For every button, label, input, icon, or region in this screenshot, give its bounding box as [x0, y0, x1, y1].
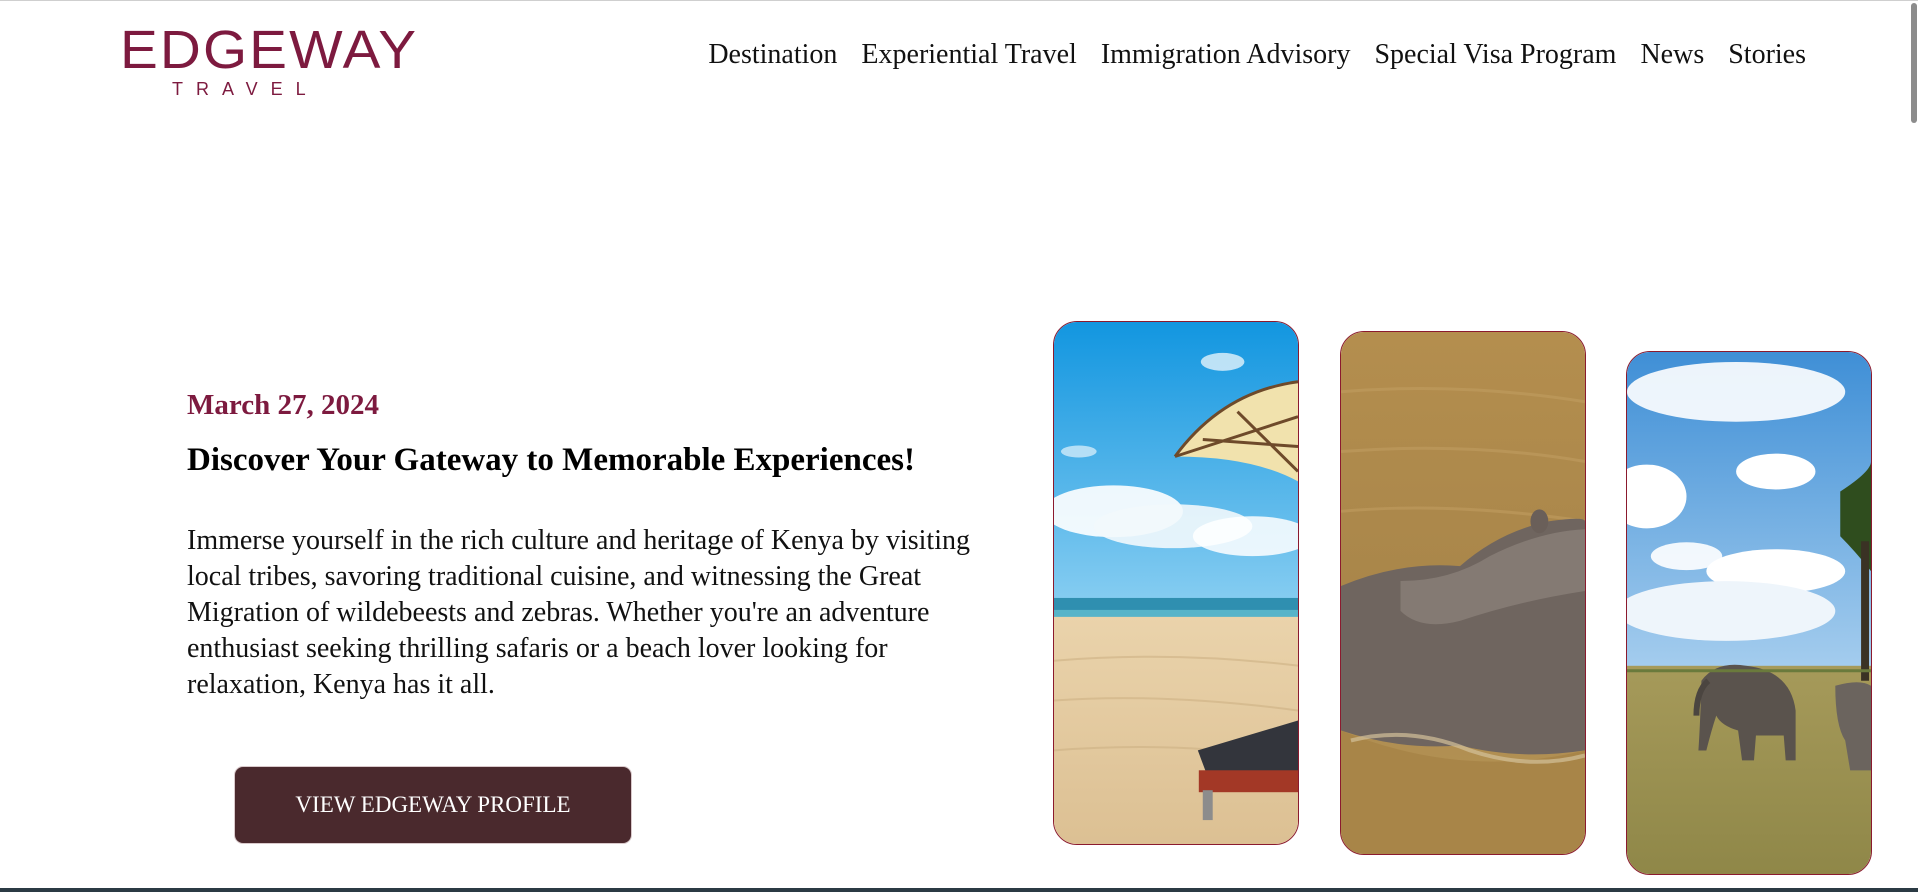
scrollbar-thumb[interactable]	[1911, 3, 1917, 123]
view-profile-button[interactable]: VIEW EDGEWAY PROFILE	[235, 767, 631, 843]
brand-logo[interactable]: EDGEWAY TRAVEL	[120, 23, 416, 101]
nav-item-experiential-travel[interactable]: Experiential Travel	[861, 39, 1076, 71]
elephants-image	[1627, 352, 1871, 874]
hero-description: Immerse yourself in the rich culture and…	[187, 525, 970, 700]
brand-logo-subtitle: TRAVEL	[172, 79, 319, 99]
hippo-river-photo	[1340, 331, 1586, 855]
elephants-savanna-photo	[1626, 351, 1872, 875]
nav-item-stories[interactable]: Stories	[1728, 39, 1806, 71]
page-scrollbar[interactable]	[1910, 1, 1918, 892]
bottom-divider	[0, 888, 1918, 892]
main-nav: Destination Experiential Travel Immigrat…	[708, 39, 1806, 71]
hippo-image	[1341, 332, 1585, 854]
hero-title: Discover Your Gateway to Memorable Exper…	[187, 442, 915, 478]
nav-item-special-visa-program[interactable]: Special Visa Program	[1374, 39, 1616, 71]
nav-item-immigration-advisory[interactable]: Immigration Advisory	[1101, 39, 1351, 71]
page: EDGEWAY TRAVEL Destination Experiential …	[0, 0, 1918, 892]
nav-item-destination[interactable]: Destination	[708, 39, 837, 71]
hero-date: March 27, 2024	[187, 389, 379, 421]
beach-umbrella-photo	[1053, 321, 1299, 845]
nav-item-news[interactable]: News	[1640, 39, 1704, 71]
beach-image	[1054, 322, 1298, 844]
brand-logo-wordmark: EDGEWAY	[120, 20, 419, 80]
